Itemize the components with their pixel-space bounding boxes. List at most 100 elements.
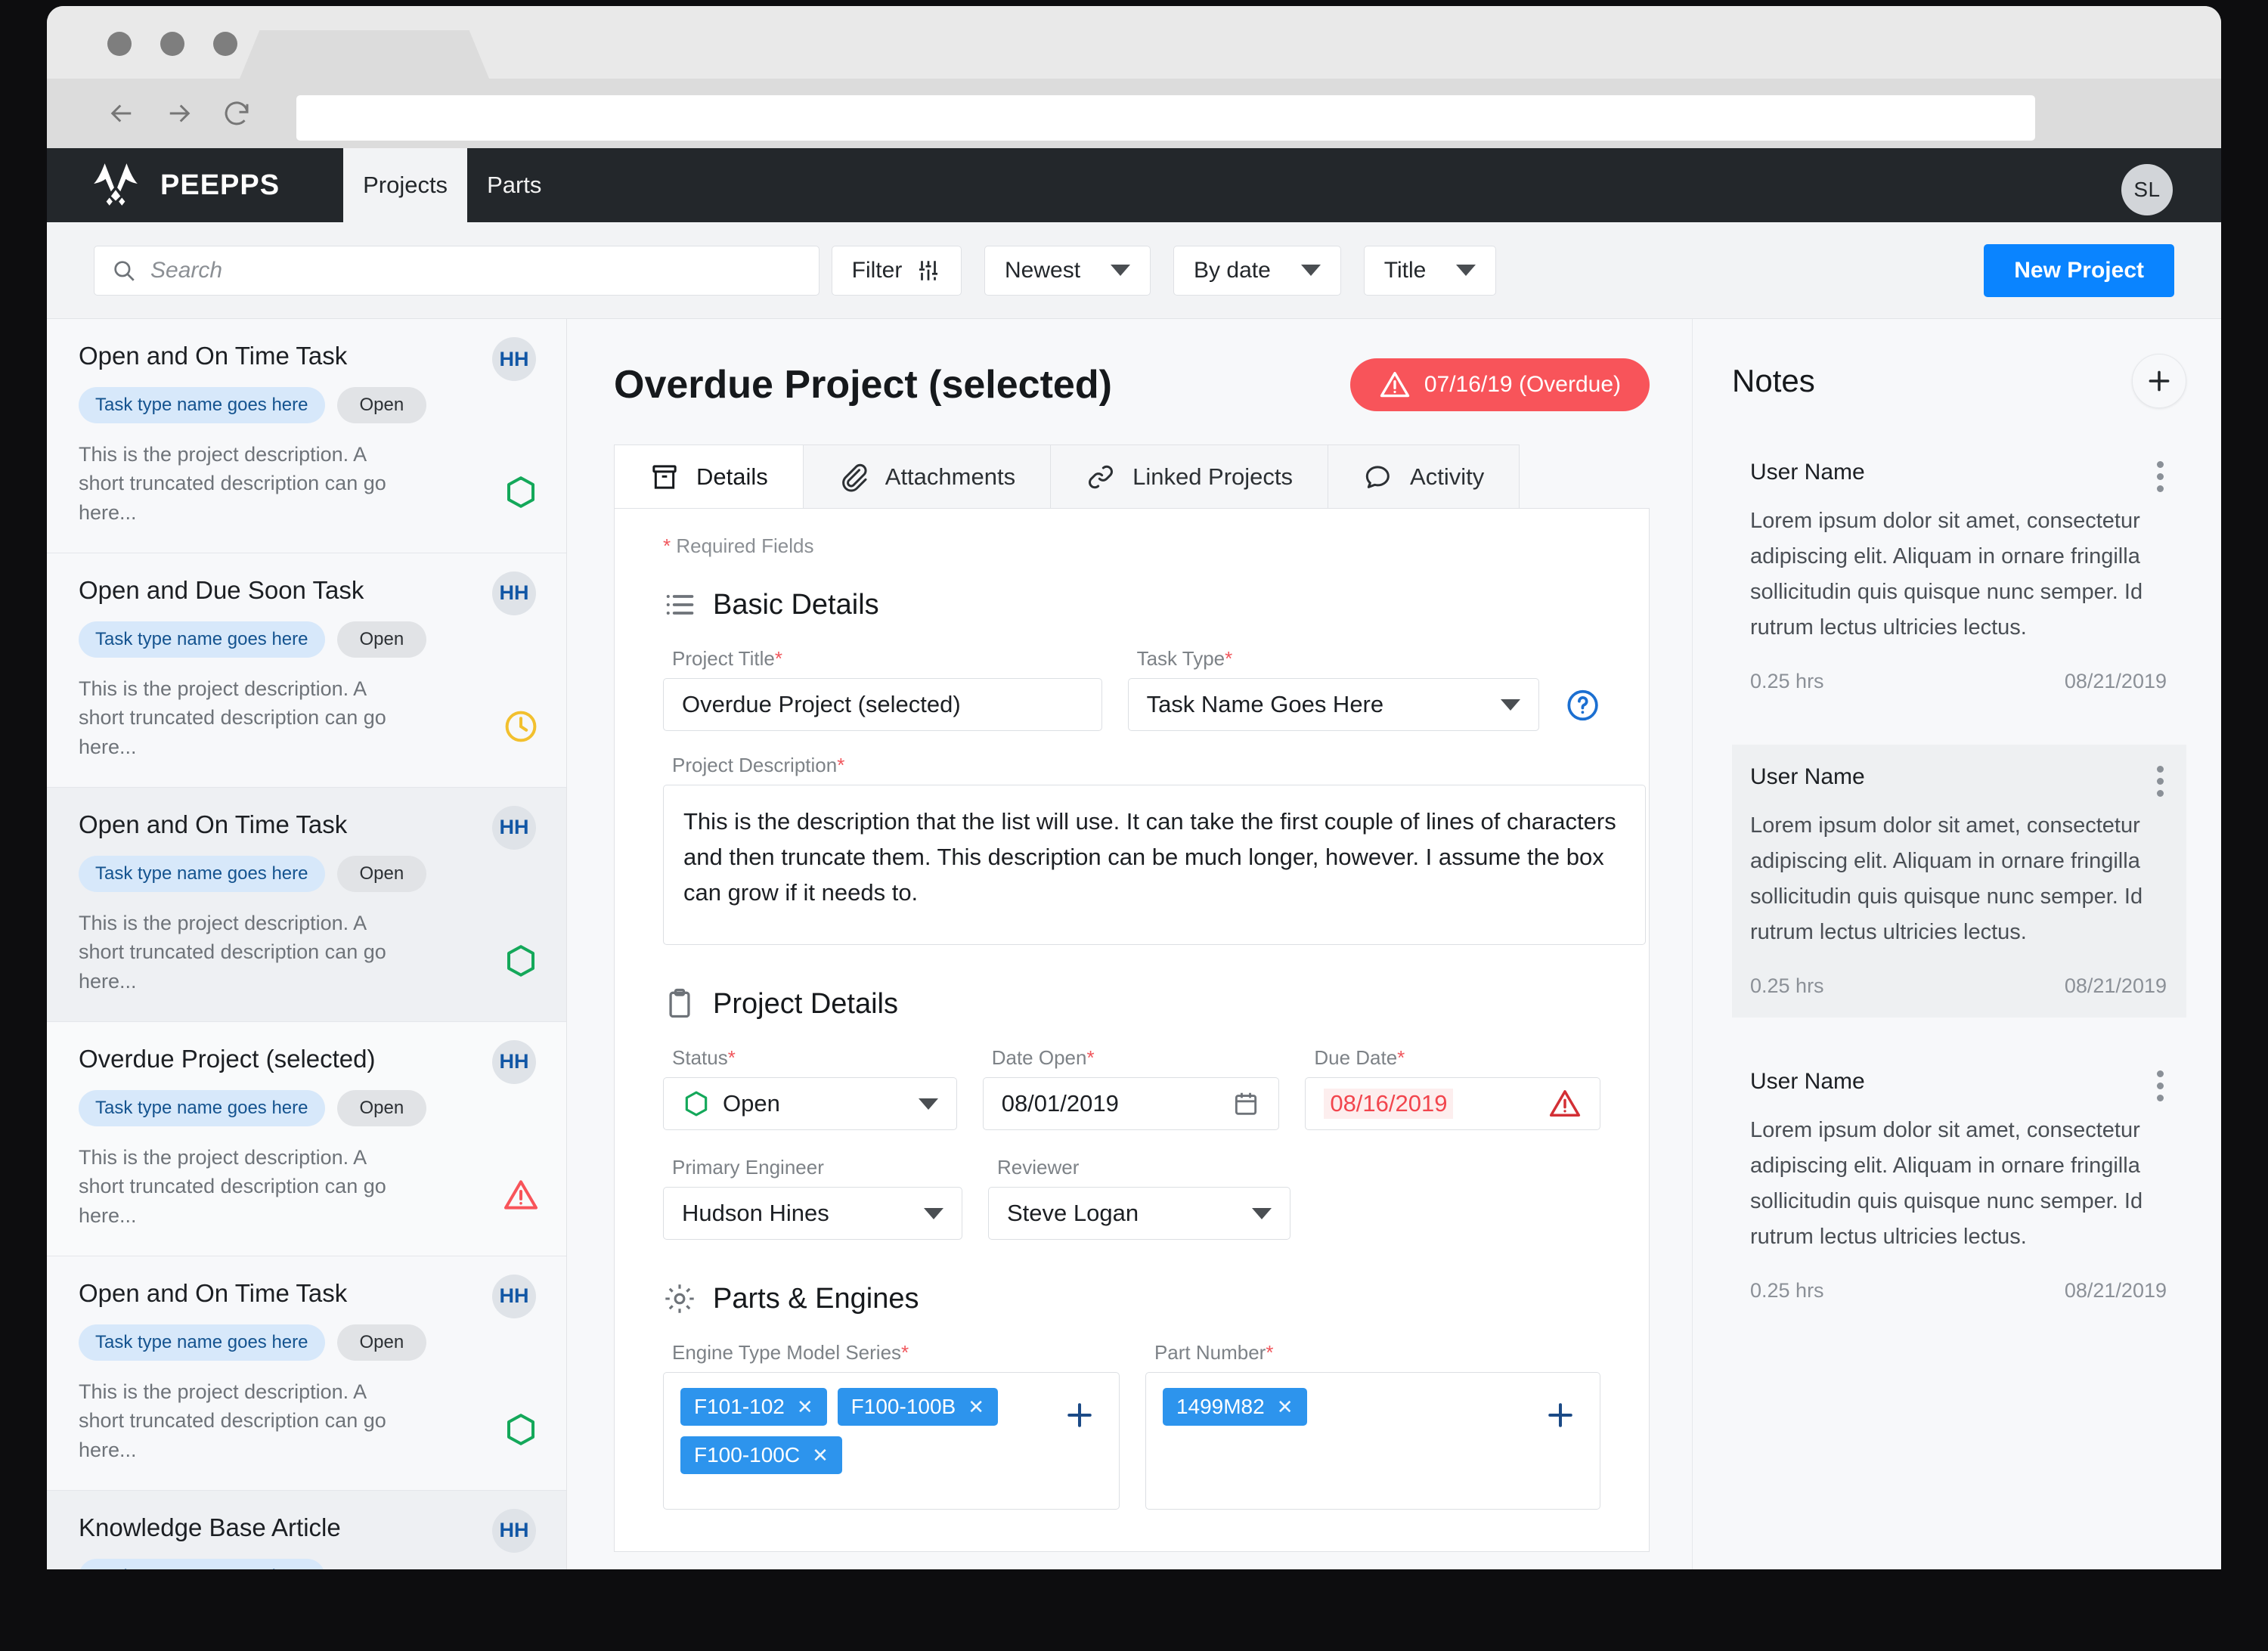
- project-list-item[interactable]: Knowledge Base Article HH Task type name…: [47, 1490, 566, 1569]
- section-project-details-header: Project Details: [663, 987, 1600, 1021]
- engine-tag[interactable]: F100-100C ✕: [680, 1436, 842, 1474]
- warning-triangle-icon: [504, 1180, 538, 1210]
- status-select[interactable]: Open: [663, 1077, 957, 1130]
- back-arrow-icon[interactable]: [106, 98, 138, 129]
- project-description-textarea[interactable]: This is the description that the list wi…: [663, 785, 1646, 945]
- calendar-icon[interactable]: [1232, 1089, 1260, 1118]
- sliders-icon: [919, 260, 938, 280]
- list-item-avatar[interactable]: HH: [492, 337, 536, 381]
- list-item-description: This is the project description. A short…: [79, 677, 386, 758]
- tab-attachments[interactable]: Attachments: [803, 444, 1052, 508]
- note-hours: 0.25 hrs: [1750, 669, 1824, 692]
- browser-navbar: [47, 79, 2221, 148]
- nav-tab-parts[interactable]: Parts: [467, 148, 561, 222]
- gear-icon: [665, 1284, 694, 1313]
- note-body: Lorem ipsum dolor sit amet, consectetur …: [1750, 813, 2143, 944]
- primary-engineer-select[interactable]: Hudson Hines: [663, 1187, 962, 1240]
- remove-tag-icon[interactable]: ✕: [797, 1395, 813, 1419]
- reload-icon[interactable]: [221, 98, 253, 129]
- address-bar[interactable]: [296, 95, 2035, 141]
- note-user: User Name: [1750, 460, 1865, 485]
- part-tag[interactable]: 1499M82 ✕: [1162, 1388, 1307, 1426]
- maximize-window-dot[interactable]: [213, 32, 237, 56]
- engine-tag[interactable]: F101-102 ✕: [680, 1388, 827, 1426]
- window-controls[interactable]: [107, 32, 237, 56]
- note-card[interactable]: User Name Lorem ipsum dolor sit amet, co…: [1732, 440, 2186, 713]
- project-title-value: Overdue Project (selected): [682, 691, 961, 717]
- link-chain-icon: [1089, 465, 1114, 488]
- nav-tab-projects-label: Projects: [363, 172, 448, 198]
- add-note-button[interactable]: [2132, 354, 2186, 408]
- avatar[interactable]: SL: [2121, 164, 2173, 215]
- project-list-item[interactable]: Open and On Time Task HH Task type name …: [47, 1256, 566, 1491]
- note-card[interactable]: User Name Lorem ipsum dolor sit amet, co…: [1732, 744, 2186, 1018]
- plus-icon[interactable]: [1063, 1399, 1096, 1432]
- project-list[interactable]: Open and On Time Task HH Task type name …: [47, 319, 567, 1569]
- primary-engineer-value: Hudson Hines: [682, 1200, 829, 1226]
- tab-attachments-label: Attachments: [885, 463, 1016, 490]
- plus-icon[interactable]: [1544, 1399, 1577, 1432]
- list-item-avatar[interactable]: HH: [492, 1039, 536, 1084]
- sort-field-value: Title: [1383, 257, 1427, 283]
- note-card[interactable]: User Name Lorem ipsum dolor sit amet, co…: [1732, 1049, 2186, 1322]
- filter-button[interactable]: Filter: [832, 245, 962, 296]
- device-frame: PEEPPS Projects Parts SL Filter Newest: [0, 0, 2268, 1651]
- list-item-chips: Task type name goes here Open: [79, 1324, 534, 1361]
- new-project-button[interactable]: New Project: [1984, 243, 2174, 297]
- paperclip-icon: [841, 463, 867, 492]
- project-description-field: Project Description* This is the descrip…: [663, 754, 1646, 945]
- close-window-dot[interactable]: [107, 32, 132, 56]
- list-item-avatar[interactable]: HH: [492, 805, 536, 850]
- project-list-item[interactable]: Overdue Project (selected) HH Task type …: [47, 1021, 566, 1256]
- note-date: 08/21/2019: [2064, 1278, 2167, 1302]
- task-type-select[interactable]: Task Name Goes Here: [1127, 678, 1539, 731]
- list-item-type-chip: Task type name goes here: [79, 387, 325, 423]
- project-list-item[interactable]: Open and On Time Task HH Task type name …: [47, 787, 566, 1022]
- list-item-avatar[interactable]: HH: [492, 1274, 536, 1318]
- project-list-item[interactable]: Open and On Time Task HH Task type name …: [47, 319, 566, 553]
- date-open-input[interactable]: 08/01/2019: [982, 1077, 1280, 1130]
- part-number-tag-input[interactable]: 1499M82 ✕: [1145, 1372, 1600, 1510]
- list-item-status-chip: Open: [336, 621, 427, 658]
- engine-type-tag-input[interactable]: F101-102 ✕ F100-100B ✕ F100-100C ✕: [663, 1372, 1120, 1510]
- remove-tag-icon[interactable]: ✕: [1277, 1395, 1294, 1419]
- tab-linked-projects[interactable]: Linked Projects: [1051, 444, 1329, 508]
- minimize-window-dot[interactable]: [160, 32, 184, 56]
- status-value: Open: [723, 1090, 780, 1117]
- engine-tag[interactable]: F100-100B ✕: [837, 1388, 999, 1426]
- sort-field-select[interactable]: Title: [1363, 245, 1497, 296]
- search-box[interactable]: [94, 245, 820, 296]
- note-options-icon[interactable]: [2157, 765, 2164, 797]
- search-input[interactable]: [150, 257, 802, 283]
- note-options-icon[interactable]: [2157, 1070, 2164, 1101]
- section-basic-details-title: Basic Details: [713, 588, 879, 621]
- parts-row: Engine Type Model Series* F101-102 ✕ F100-…: [663, 1341, 1600, 1510]
- sort-order-select[interactable]: Newest: [984, 245, 1151, 296]
- list-item-avatar[interactable]: HH: [492, 571, 536, 615]
- page-title: Overdue Project (selected): [614, 363, 1112, 407]
- tab-activity[interactable]: Activity: [1328, 444, 1520, 508]
- remove-tag-icon[interactable]: ✕: [812, 1444, 829, 1467]
- forward-arrow-icon[interactable]: [163, 98, 195, 129]
- project-title-input[interactable]: Overdue Project (selected): [663, 678, 1102, 731]
- browser-tab[interactable]: [240, 30, 489, 79]
- due-date-input[interactable]: 08/16/2019: [1305, 1077, 1600, 1130]
- reviewer-value: Steve Logan: [1007, 1200, 1139, 1226]
- project-list-item[interactable]: Open and Due Soon Task HH Task type name…: [47, 553, 566, 788]
- reviewer-select[interactable]: Steve Logan: [988, 1187, 1290, 1240]
- chevron-down-icon: [1500, 698, 1520, 711]
- section-project-details-title: Project Details: [713, 987, 898, 1020]
- question-circle-icon[interactable]: [1565, 686, 1600, 725]
- main-nav: Projects Parts: [343, 148, 561, 222]
- sort-by-select[interactable]: By date: [1173, 245, 1341, 296]
- nav-tab-projects[interactable]: Projects: [343, 148, 468, 222]
- note-options-icon[interactable]: [2157, 461, 2164, 492]
- list-item-chips: Task type name goes here Open: [79, 621, 534, 658]
- list-item-avatar[interactable]: HH: [492, 1508, 536, 1553]
- tab-linked-projects-label: Linked Projects: [1132, 463, 1294, 490]
- remove-tag-icon[interactable]: ✕: [968, 1395, 984, 1419]
- date-open-value: 08/01/2019: [1001, 1090, 1119, 1117]
- tab-details[interactable]: Details: [614, 444, 804, 508]
- app-body: Open and On Time Task HH Task type name …: [47, 319, 2221, 1569]
- project-title-label-text: Project Title: [672, 647, 775, 670]
